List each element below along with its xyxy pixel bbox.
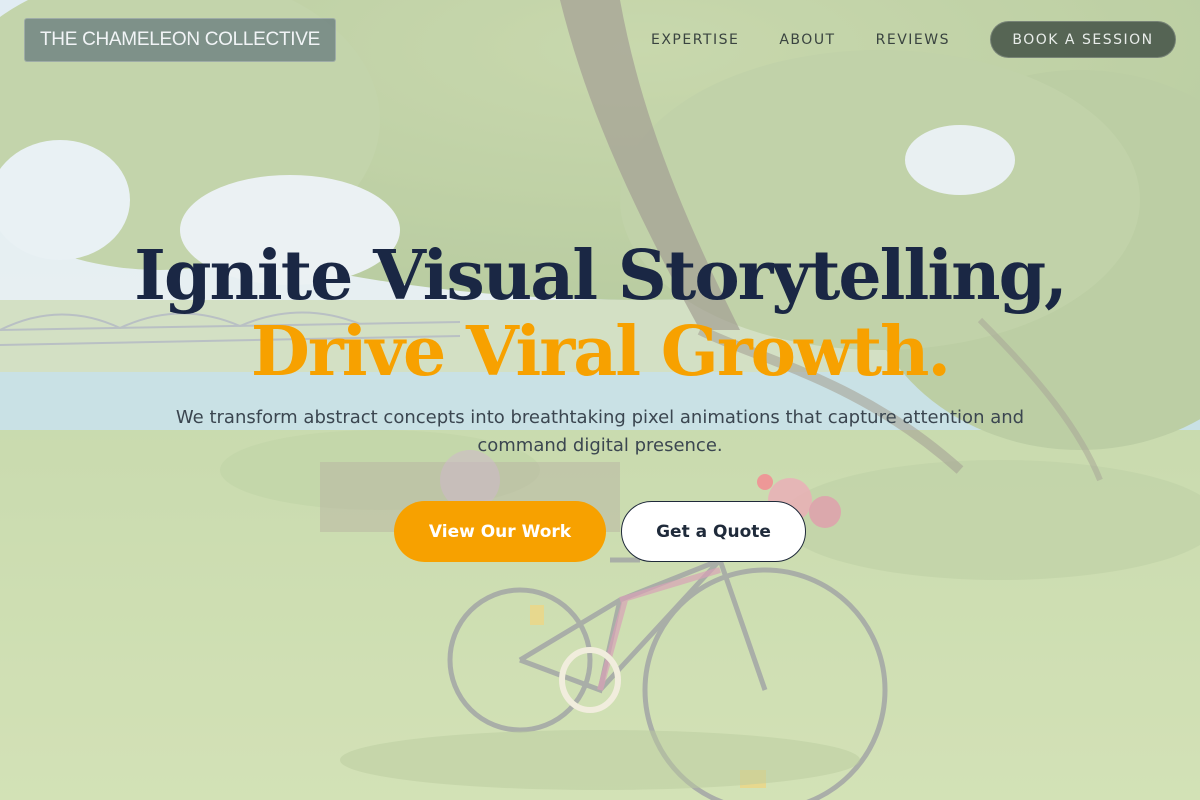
hero-subtext: We transform abstract concepts into brea… — [175, 407, 1025, 456]
main-nav: EXPERTISE ABOUT REVIEWS — [651, 30, 950, 50]
headline-line-2: Drive Viral Growth. — [250, 312, 951, 392]
get-quote-button[interactable]: Get a Quote — [621, 501, 806, 562]
nav-link-reviews[interactable]: REVIEWS — [876, 30, 950, 50]
book-session-button[interactable]: BOOK A SESSION — [990, 21, 1176, 58]
brand-logo[interactable]: THE CHAMELEON COLLECTIVE — [24, 18, 336, 62]
headline-line-1: Ignite Visual Storytelling, — [134, 236, 1068, 316]
hero-background-photo — [0, 0, 1200, 800]
nav-link-about[interactable]: ABOUT — [779, 30, 835, 50]
view-work-button[interactable]: View Our Work — [394, 501, 606, 562]
brand-logo-text: THE CHAMELEON COLLECTIVE — [40, 29, 320, 50]
photo-overlay — [0, 0, 1200, 800]
hero-headline: Ignite Visual Storytelling, Drive Viral … — [0, 236, 1200, 388]
nav-link-expertise[interactable]: EXPERTISE — [651, 30, 739, 50]
